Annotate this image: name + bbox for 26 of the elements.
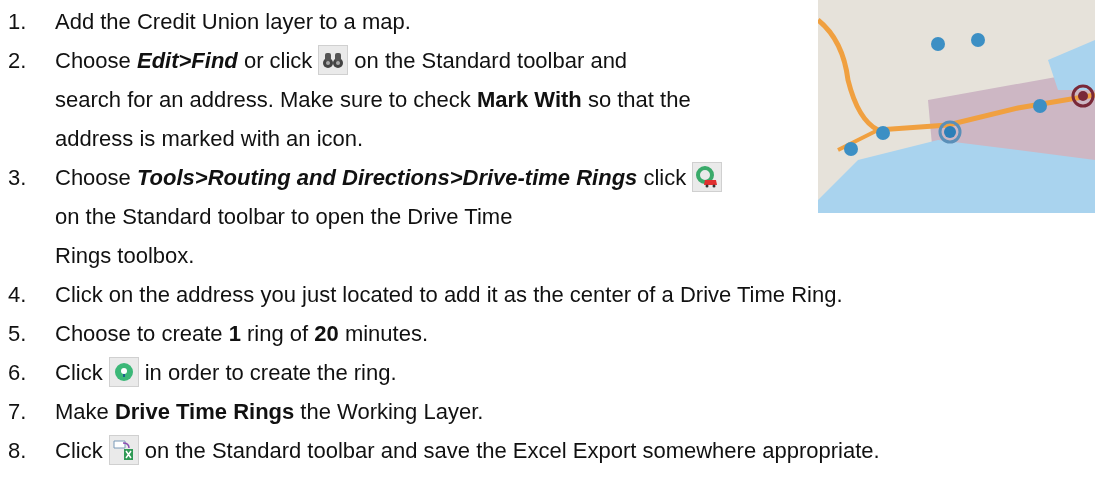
step-number: 3.	[8, 164, 28, 192]
step-text: on the Standard toolbar and	[354, 48, 628, 73]
step-text: Choose Edit>Find or click	[55, 48, 313, 73]
step-text: Rings toolbox.	[55, 242, 195, 270]
step-text: Choose to create 1 ring of 20 minutes.	[55, 321, 429, 346]
step-number: 6.	[8, 359, 28, 387]
step-text: in order to create the ring.	[144, 360, 397, 385]
step-text: Add the Credit Union layer to a map.	[55, 9, 411, 34]
step-text: Click	[55, 360, 103, 385]
car-ring-icon	[692, 162, 723, 193]
step-text: on the Standard toolbar and save the Excel Export somewhere appropriate.	[144, 438, 880, 463]
step-number: 1.	[8, 8, 28, 36]
step-text: Click	[55, 438, 103, 463]
step-text: Make Drive Time Rings the Working Layer.	[55, 399, 484, 424]
step-number: 7.	[8, 398, 28, 426]
step-number: 5.	[8, 320, 28, 348]
ring-pin-icon	[108, 357, 139, 388]
export-sheet-icon	[108, 435, 139, 466]
step-text: Choose Tools>Routing and Directions>Drive-time Rings click	[55, 165, 687, 190]
binoculars-icon	[318, 45, 349, 76]
step-number: 4.	[8, 281, 28, 309]
step-number: 8.	[8, 437, 28, 465]
step-number: 2.	[8, 47, 28, 75]
step-text: search for an address. Make sure to check Mark With so that the address is marked with an icon.	[55, 86, 692, 153]
step-text: Click on the address you just located to add it as the center of a Drive Time Ring.	[55, 282, 843, 307]
step-text: on the Standard toolbar to open the Drive Time	[55, 204, 513, 229]
